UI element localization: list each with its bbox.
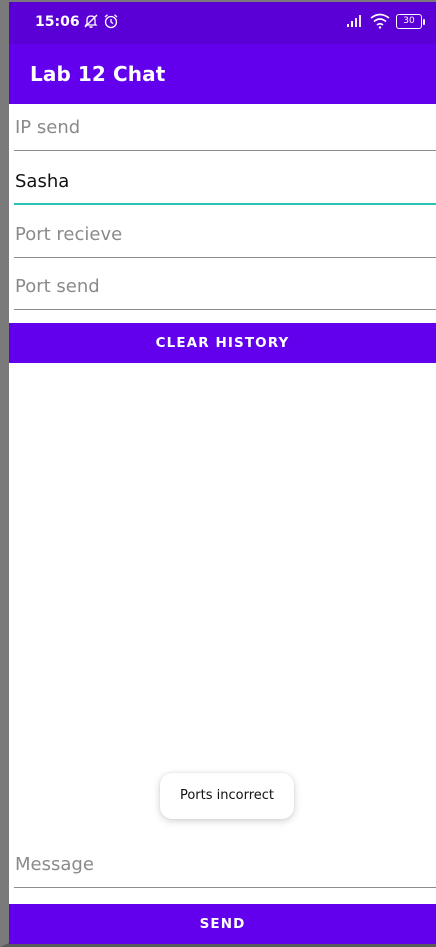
port-receive-field bbox=[14, 214, 436, 258]
name-field bbox=[14, 161, 436, 205]
message-underline bbox=[14, 887, 436, 888]
name-underline bbox=[14, 203, 436, 205]
port-receive-input[interactable] bbox=[14, 214, 436, 254]
send-button[interactable]: SEND bbox=[9, 904, 436, 944]
wifi-icon bbox=[370, 13, 390, 29]
status-bar: 15:06 30 bbox=[9, 2, 436, 44]
signal-icon bbox=[347, 15, 361, 27]
toast-message: Ports incorrect bbox=[160, 773, 294, 819]
ip-send-underline bbox=[14, 150, 436, 151]
battery-icon: 30 bbox=[396, 13, 425, 29]
alarm-icon bbox=[104, 14, 118, 29]
message-input[interactable] bbox=[14, 844, 436, 884]
port-receive-underline bbox=[14, 257, 436, 258]
clear-history-button[interactable]: CLEAR HISTORY bbox=[9, 323, 436, 363]
port-send-underline bbox=[14, 309, 436, 310]
name-input[interactable] bbox=[14, 161, 436, 201]
muted-bell-icon bbox=[84, 14, 98, 28]
message-field bbox=[14, 844, 436, 888]
app-title: Lab 12 Chat bbox=[30, 62, 166, 86]
port-send-input[interactable] bbox=[14, 266, 436, 306]
chat-history-list[interactable] bbox=[9, 363, 436, 843]
status-time: 15:06 bbox=[35, 14, 80, 30]
app-bar: Lab 12 Chat bbox=[9, 44, 436, 104]
port-send-field bbox=[14, 266, 436, 310]
ip-send-field bbox=[14, 107, 436, 151]
ip-send-input[interactable] bbox=[14, 107, 436, 147]
